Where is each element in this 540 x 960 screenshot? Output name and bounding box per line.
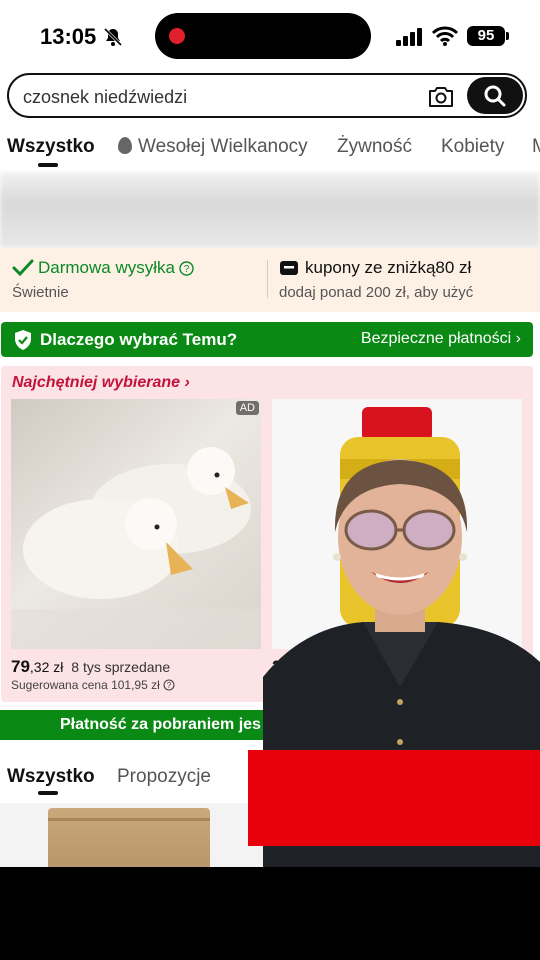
divider (267, 260, 268, 298)
tab-kobiety[interactable]: Kobiety (441, 136, 504, 158)
red-overlay-box (248, 750, 540, 846)
tab-feed-wszystko[interactable]: Wszystko (7, 766, 95, 788)
best-sellers-title[interactable]: Najchętniej wybierane › (12, 374, 190, 392)
battery-tip (506, 32, 509, 40)
best-sellers-label: Najchętniej wybierane (12, 374, 181, 391)
free-shipping-sub: Świetnie (12, 284, 69, 301)
coupon-title: kupony ze zniżką80 zł (305, 258, 472, 277)
search-button[interactable] (467, 77, 523, 114)
safe-payments-text: Bezpieczne płatności (360, 330, 512, 347)
why-temu-bar[interactable]: Dlaczego wybrać Temu? Bezpieczne płatnoś… (1, 322, 533, 357)
wifi-icon (432, 26, 458, 46)
camera-icon[interactable] (427, 84, 455, 110)
category-tabs: Wszystko Wesołej Wielkanocy Żywność Kobi… (0, 132, 540, 170)
active-tab-indicator (38, 163, 58, 167)
product-card-slippers[interactable]: AD (11, 399, 261, 649)
check-icon (12, 259, 34, 277)
tab-feed-propozycje[interactable]: Propozycje (117, 766, 211, 788)
shipping-info[interactable]: Darmowa wysyłka ? Świetnie kupony ze zni… (0, 248, 540, 312)
tab-more[interactable]: M (532, 136, 540, 158)
status-bar: 13:05 95 (0, 0, 540, 70)
cod-text: Płatność za pobraniem jes (60, 716, 261, 733)
product-image-paper-bag[interactable] (48, 808, 210, 867)
coupon-sub: dodaj ponad 200 zł, aby użyć (279, 284, 474, 301)
sold-count: 8 tys sprzedane (71, 659, 171, 675)
recording-indicator (169, 28, 185, 44)
tab-zywnosc[interactable]: Żywność (337, 136, 412, 158)
free-shipping: Darmowa wysyłka ? Świetnie (12, 258, 194, 301)
coupon-info: kupony ze zniżką80 zł dodaj ponad 200 zł… (279, 258, 473, 301)
tab-wszystko[interactable]: Wszystko (7, 136, 95, 158)
battery-indicator: 95 (467, 26, 505, 46)
suggested-price-text: Sugerowana cena 101,95 zł (11, 678, 160, 692)
price-main: 79 (11, 657, 30, 676)
suggested-price: Sugerowana cena 101,95 zł ? (11, 678, 175, 692)
why-temu-text: Dlaczego wybrać Temu? (40, 330, 238, 349)
help-icon[interactable]: ? (163, 679, 175, 691)
coupon-icon (280, 261, 298, 275)
safe-payments-link[interactable]: Bezpieczne płatności › (361, 330, 521, 348)
black-bar (0, 867, 540, 960)
price-cents: ,32 zł (29, 659, 64, 675)
tab-wesolej-wielkanocy[interactable]: Wesołej Wielkanocy (118, 136, 308, 158)
search-query[interactable]: czosnek niedźwiedzi (23, 87, 187, 108)
product-image-slippers[interactable]: AD (11, 399, 261, 649)
shield-check-icon (15, 330, 31, 350)
free-shipping-title: Darmowa wysyłka (38, 258, 175, 277)
svg-text:?: ? (167, 681, 172, 690)
status-time: 13:05 (40, 24, 97, 49)
product-price-slippers: 79,32 zł 8 tys sprzedane (11, 657, 170, 677)
dynamic-island (155, 13, 371, 59)
search-input[interactable]: czosnek niedźwiedzi (7, 73, 527, 118)
promo-banner[interactable] (0, 172, 540, 248)
ad-badge[interactable]: AD (235, 401, 259, 415)
svg-text:?: ? (184, 264, 190, 275)
easter-egg-icon (118, 137, 132, 154)
tab-label: Wesołej Wielkanocy (138, 136, 308, 157)
search-icon (484, 85, 506, 107)
chevron-right-icon: › (515, 330, 521, 347)
cellular-signal-icon (396, 28, 422, 46)
bell-off-icon (103, 27, 123, 47)
help-icon[interactable]: ? (179, 260, 194, 276)
active-feed-tab-indicator (38, 791, 58, 795)
duck-slippers-illustration (11, 447, 261, 649)
chevron-right-icon: › (184, 374, 190, 391)
